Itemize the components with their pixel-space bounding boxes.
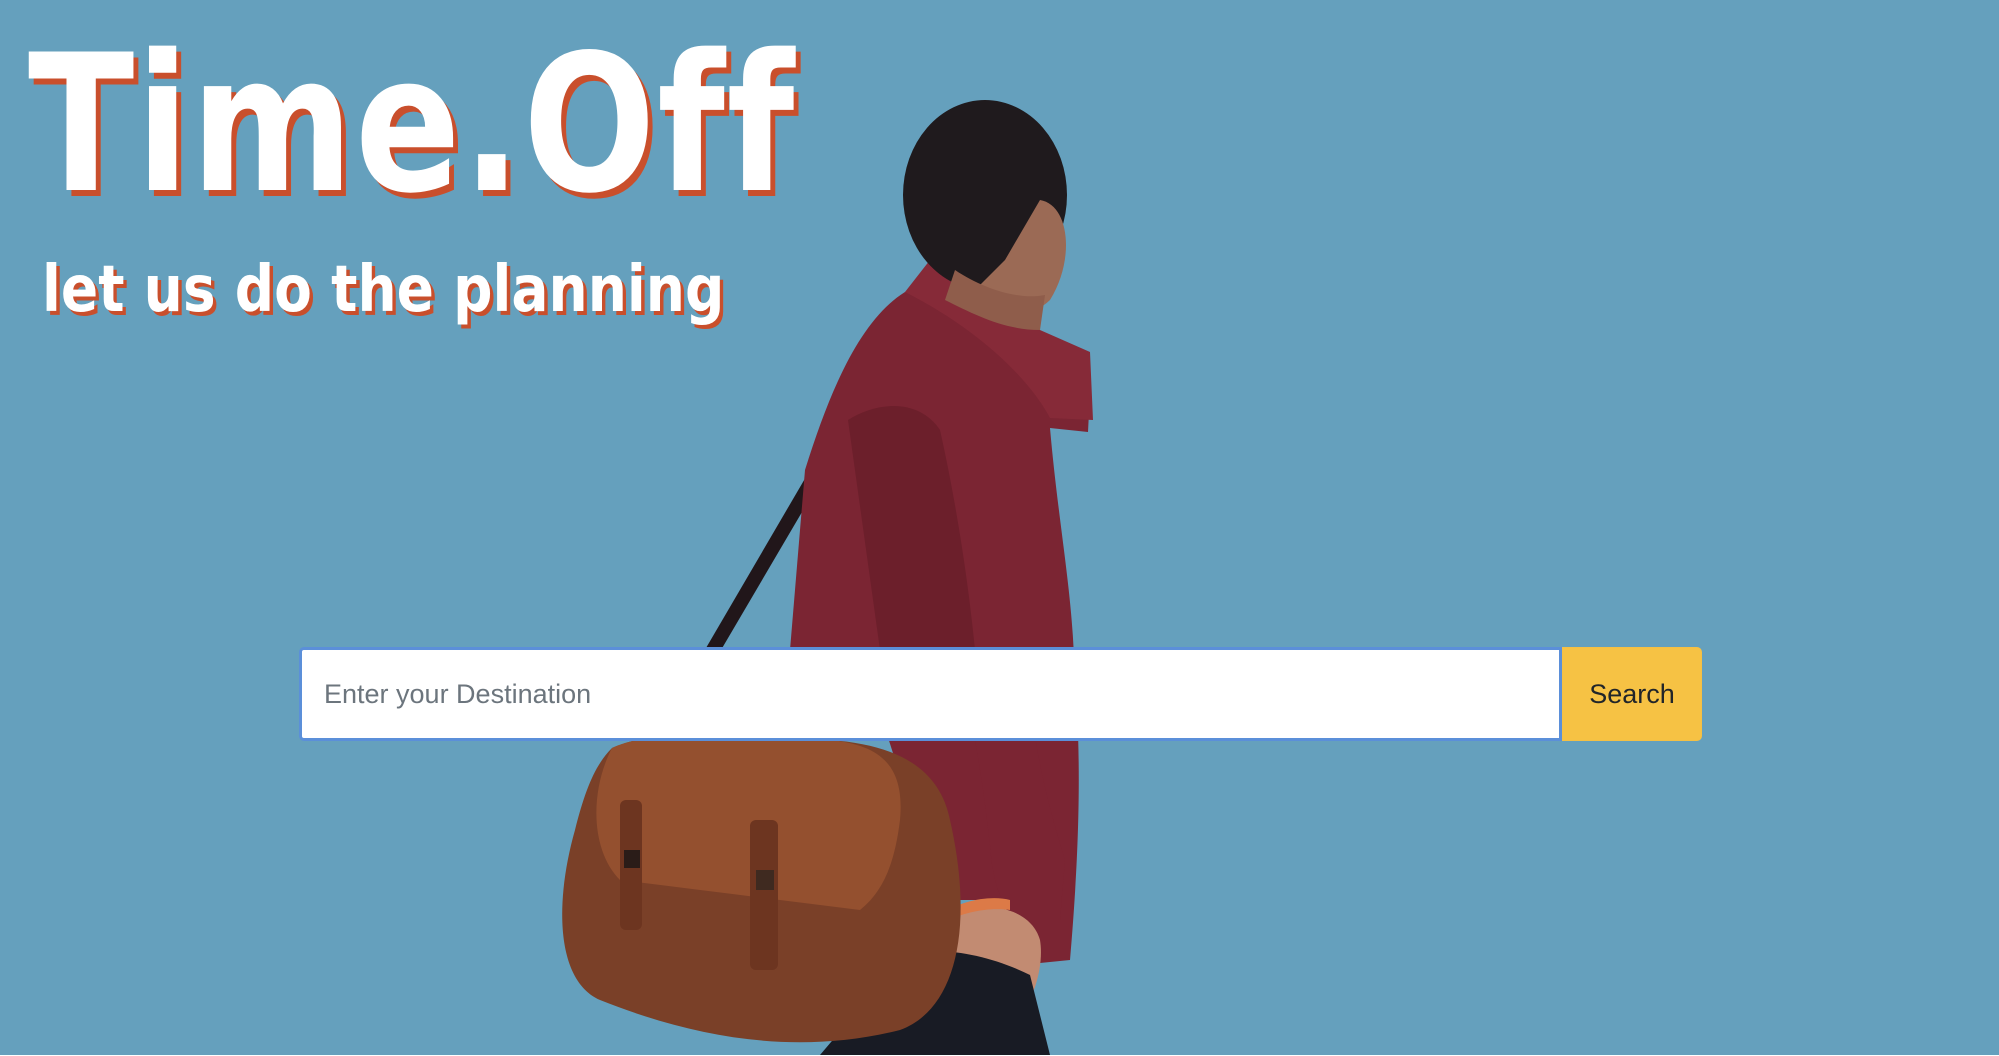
destination-search-form: Search [299,647,1702,741]
brand-title: Time.Off [28,14,797,235]
buckle-metal-right [756,870,774,890]
buckle-metal-left [624,850,640,868]
brand-tagline: let us do the planning [42,253,725,327]
bag-buckle-right [750,820,778,970]
destination-search-input[interactable] [299,647,1562,741]
hero-section: Time.Off let us do the planning Search [0,0,1999,1055]
search-button[interactable]: Search [1562,647,1702,741]
